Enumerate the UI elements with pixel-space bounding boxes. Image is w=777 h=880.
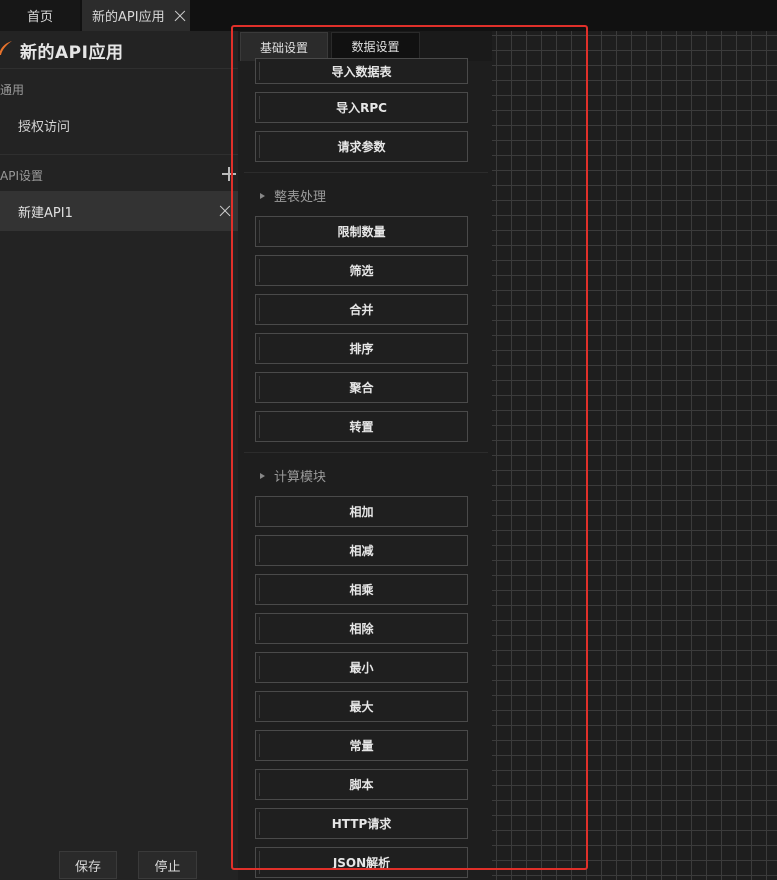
min-button[interactable]: 最小 xyxy=(255,652,468,683)
aggregate-button[interactable]: 聚合 xyxy=(255,372,468,403)
caret-right-icon xyxy=(260,472,265,479)
tab-home-label: 首页 xyxy=(26,10,53,25)
section-label-general: 通用 xyxy=(0,83,25,97)
import-table-button[interactable]: 导入数据表 xyxy=(255,58,468,84)
multiply-button[interactable]: 相乘 xyxy=(255,574,468,605)
divider xyxy=(244,452,488,453)
flow-canvas[interactable] xyxy=(492,31,777,880)
section-label-api-settings: API设置 xyxy=(0,169,43,183)
group-title: 整表处理 xyxy=(274,190,327,205)
limit-count-button[interactable]: 限制数量 xyxy=(255,216,468,247)
sidebar-item-api[interactable]: 新建API1 xyxy=(0,191,238,231)
sidebar: 新的API应用 通用 授权访问 API设置 新建API1 保存 停止 xyxy=(0,31,238,880)
filter-button[interactable]: 筛选 xyxy=(255,255,468,286)
script-button[interactable]: 脚本 xyxy=(255,769,468,800)
caret-right-icon xyxy=(260,192,265,199)
save-button[interactable]: 保存 xyxy=(59,851,117,879)
close-icon[interactable] xyxy=(174,10,186,22)
panel-tabs: 基础设置 数据设置 xyxy=(238,31,492,61)
constant-button[interactable]: 常量 xyxy=(255,730,468,761)
tab-api-app[interactable]: 新的API应用 xyxy=(82,0,190,31)
tab-api-app-label: 新的API应用 xyxy=(92,10,165,25)
sort-button[interactable]: 排序 xyxy=(255,333,468,364)
close-icon[interactable] xyxy=(219,205,231,217)
divide-button[interactable]: 相除 xyxy=(255,613,468,644)
add-button[interactable]: 相加 xyxy=(255,496,468,527)
http-request-button[interactable]: HTTP请求 xyxy=(255,808,468,839)
node-palette-panel: 基础设置 数据设置 导入数据表 导入RPC 请求参数 整表处理 限制数量 筛选 … xyxy=(238,31,492,880)
group-title: 计算模块 xyxy=(274,470,327,485)
divider xyxy=(0,68,238,69)
group-header-compute[interactable]: 计算模块 xyxy=(260,466,326,485)
tab-home[interactable]: 首页 xyxy=(0,0,80,31)
tab-data-settings[interactable]: 数据设置 xyxy=(331,32,420,61)
import-rpc-button[interactable]: 导入RPC xyxy=(255,92,468,123)
stop-button[interactable]: 停止 xyxy=(138,851,197,879)
group-header-table-processing[interactable]: 整表处理 xyxy=(260,186,326,205)
add-api-button[interactable] xyxy=(222,167,236,181)
merge-button[interactable]: 合并 xyxy=(255,294,468,325)
divider xyxy=(0,154,238,155)
request-params-button[interactable]: 请求参数 xyxy=(255,131,468,162)
subtract-button[interactable]: 相减 xyxy=(255,535,468,566)
max-button[interactable]: 最大 xyxy=(255,691,468,722)
app-title-text: 新的API应用 xyxy=(20,42,124,63)
top-tab-bar: 首页 新的API应用 xyxy=(0,0,777,31)
tab-basic-settings[interactable]: 基础设置 xyxy=(240,32,328,61)
sidebar-item-auth[interactable]: 授权访问 xyxy=(18,116,70,135)
api-item-label: 新建API1 xyxy=(18,205,73,221)
transpose-button[interactable]: 转置 xyxy=(255,411,468,442)
feather-icon xyxy=(0,41,12,55)
divider xyxy=(244,172,488,173)
app-title: 新的API应用 xyxy=(0,37,123,63)
json-parse-button[interactable]: JSON解析 xyxy=(255,847,468,878)
